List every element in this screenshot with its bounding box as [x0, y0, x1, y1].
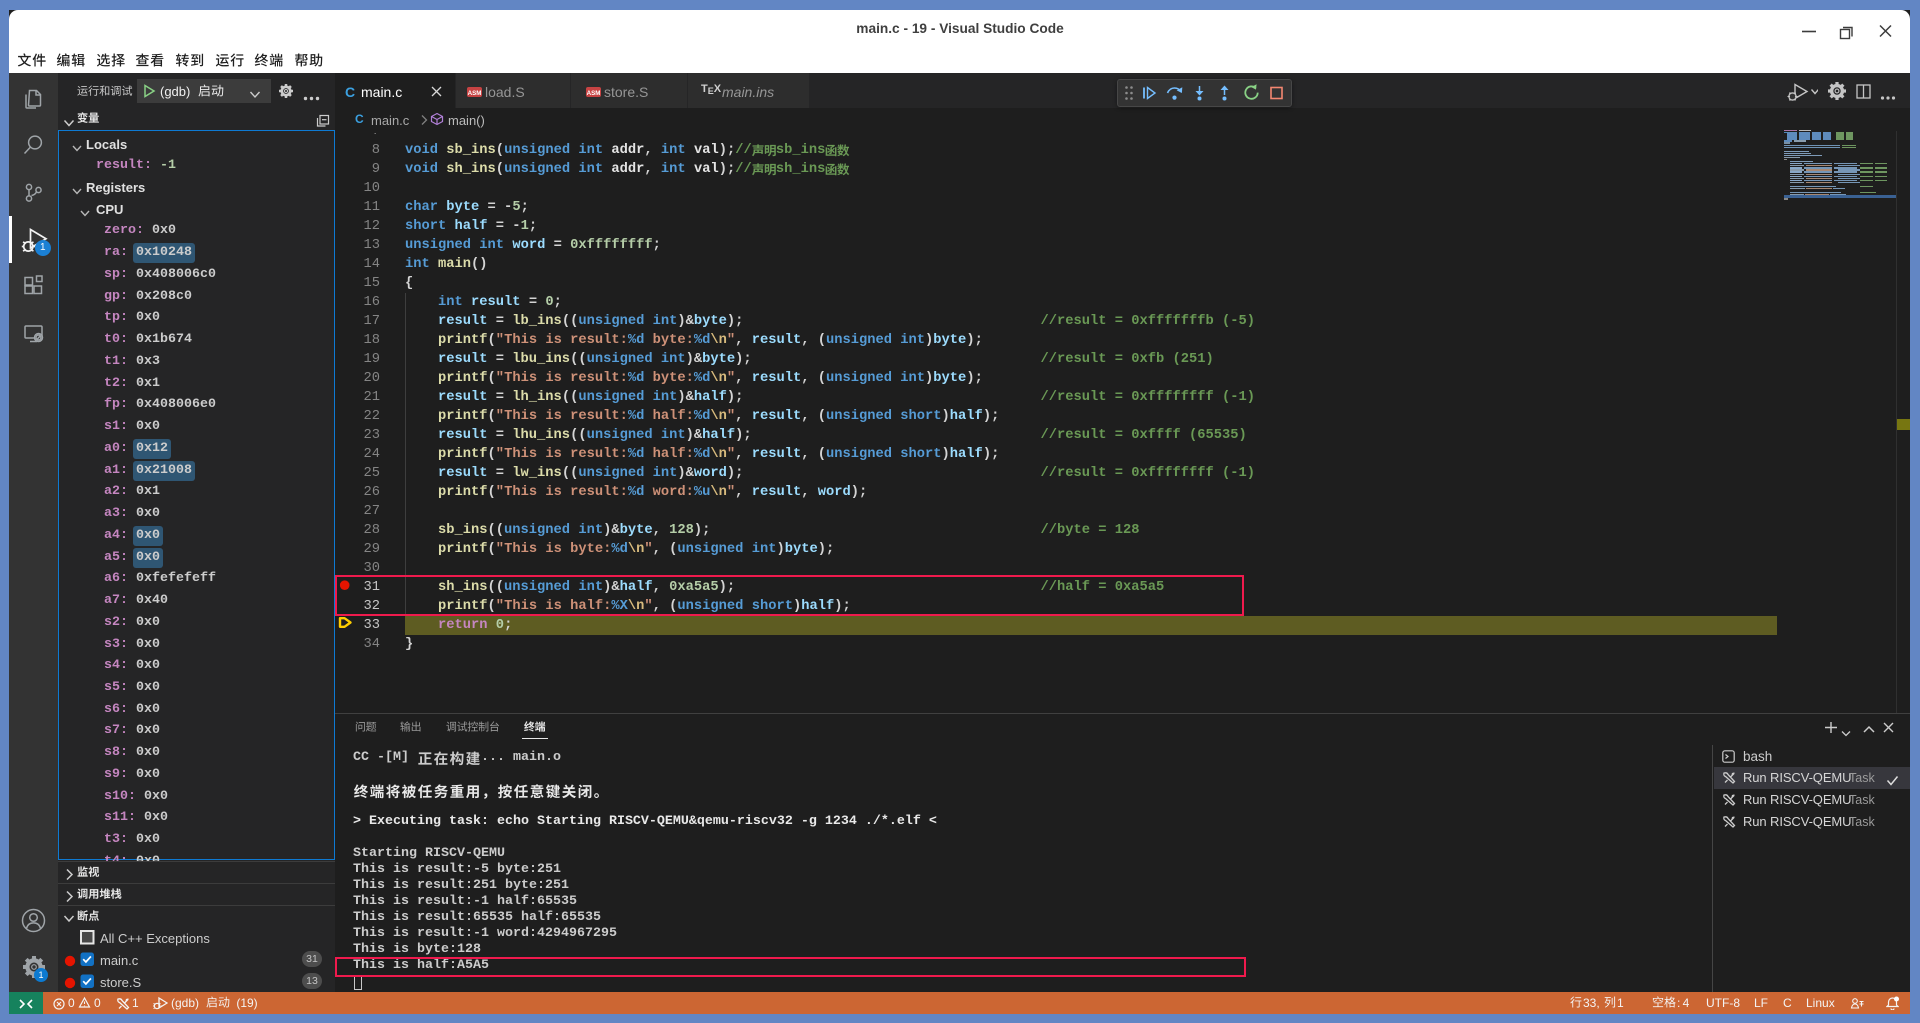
- svg-text:ASM: ASM: [468, 90, 482, 97]
- svg-text:ASM: ASM: [587, 90, 601, 97]
